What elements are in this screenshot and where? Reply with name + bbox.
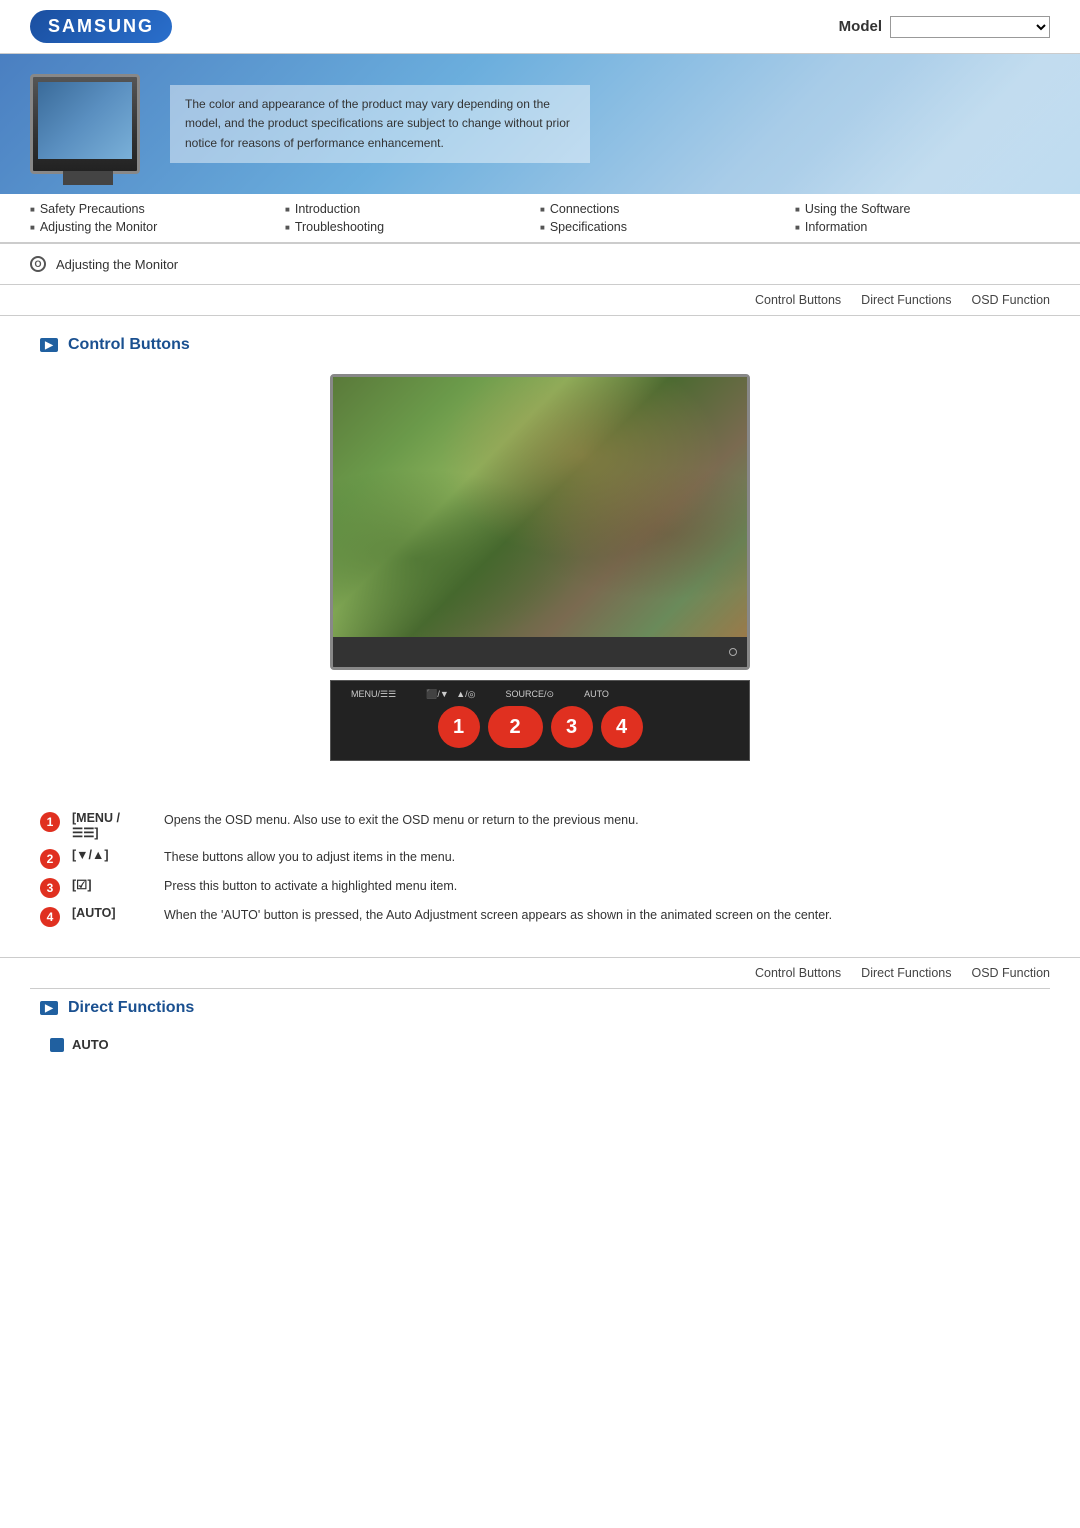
desc-key-2: [▼/▲] (72, 848, 152, 862)
desc-item-1: 1 [MENU /☰☰] Opens the OSD menu. Also us… (40, 811, 1040, 840)
section-title-control-buttons: ▶ Control Buttons (40, 336, 1040, 354)
monitor-display (330, 374, 750, 670)
model-label: Model (839, 18, 882, 35)
tab-row-top: Control Buttons Direct Functions OSD Fun… (0, 285, 1080, 316)
samsung-logo: SAMSUNG (30, 10, 172, 43)
auto-item: AUTO (50, 1037, 1040, 1052)
section-direct-functions: ▶ Direct Functions AUTO (0, 989, 1080, 1082)
btn-label-nav: ⬛/▼ ▲/◎ (426, 689, 475, 700)
section-title-text-control-buttons: Control Buttons (68, 336, 190, 354)
monitor-screen-area (333, 377, 747, 637)
nav-introduction[interactable]: Introduction (285, 202, 540, 216)
desc-key-3: [☑] (72, 877, 152, 892)
button-labels: MENU/☰☰ ⬛/▼ ▲/◎ SOURCE/⊙ AUTO (346, 689, 734, 700)
btn-label-auto: AUTO (584, 689, 609, 700)
nav-safety-precautions[interactable]: Safety Precautions (30, 202, 285, 216)
breadcrumb-icon: O (30, 256, 46, 272)
header: SAMSUNG Model (0, 0, 1080, 54)
tab-row-bottom: Control Buttons Direct Functions OSD Fun… (0, 957, 1080, 988)
nav-adjusting-monitor[interactable]: Adjusting the Monitor (30, 220, 285, 234)
button-bar: MENU/☰☰ ⬛/▼ ▲/◎ SOURCE/⊙ AUTO 1 2 3 4 (330, 680, 750, 761)
desc-item-2: 2 [▼/▲] These buttons allow you to adjus… (40, 848, 1040, 869)
desc-val-1: Opens the OSD menu. Also use to exit the… (164, 811, 639, 830)
section-icon-control-buttons: ▶ (40, 338, 58, 352)
nav-specifications[interactable]: Specifications (540, 220, 795, 234)
btn-label-menu: MENU/☰☰ (351, 689, 396, 700)
section-title-direct-functions: ▶ Direct Functions (40, 999, 1040, 1017)
tab-control-buttons[interactable]: Control Buttons (755, 293, 841, 307)
nav-connections[interactable]: Connections (540, 202, 795, 216)
btn-label-source: SOURCE/⊙ (506, 689, 555, 700)
desc-val-3: Press this button to activate a highligh… (164, 877, 457, 896)
desc-num-3: 3 (40, 878, 60, 898)
button-bar-wrap: MENU/☰☰ ⬛/▼ ▲/◎ SOURCE/⊙ AUTO 1 2 3 4 (40, 680, 1040, 761)
button-3-number: 3 (566, 716, 577, 739)
button-2-circle[interactable]: 2 (488, 706, 543, 748)
section-control-buttons: ▶ Control Buttons MENU/☰☰ ⬛/▼ ▲/◎ SOURCE… (0, 316, 1080, 801)
auto-icon (50, 1038, 64, 1052)
tab-osd-function[interactable]: OSD Function (971, 293, 1050, 307)
nav-using-software[interactable]: Using the Software (795, 202, 1050, 216)
banner-monitor-screen (38, 82, 132, 159)
tab-direct-functions[interactable]: Direct Functions (861, 293, 951, 307)
nav-troubleshooting[interactable]: Troubleshooting (285, 220, 540, 234)
breadcrumb-text: Adjusting the Monitor (56, 257, 178, 272)
monitor-bezel-bottom (333, 637, 747, 667)
desc-item-3: 3 [☑] Press this button to activate a hi… (40, 877, 1040, 898)
desc-num-1: 1 (40, 812, 60, 832)
desc-key-4: [AUTO] (72, 906, 152, 920)
nav-links: Safety Precautions Introduction Connecti… (0, 194, 1080, 244)
power-indicator-dot (729, 648, 737, 656)
section-icon-direct-functions: ▶ (40, 1001, 58, 1015)
button-1-circle[interactable]: 1 (438, 706, 480, 748)
model-select[interactable] (890, 16, 1050, 38)
tab-bottom-direct-functions[interactable]: Direct Functions (861, 966, 951, 980)
desc-val-2: These buttons allow you to adjust items … (164, 848, 455, 867)
button-4-number: 4 (616, 716, 627, 739)
breadcrumb: O Adjusting the Monitor (0, 244, 1080, 285)
tab-bottom-osd-function[interactable]: OSD Function (971, 966, 1050, 980)
button-1-number: 1 (453, 716, 464, 739)
button-3-circle[interactable]: 3 (551, 706, 593, 748)
nav-information[interactable]: Information (795, 220, 1050, 234)
tab-bottom-control-buttons[interactable]: Control Buttons (755, 966, 841, 980)
banner-text: The color and appearance of the product … (170, 85, 590, 163)
model-area: Model (839, 16, 1050, 38)
description-list: 1 [MENU /☰☰] Opens the OSD menu. Also us… (40, 811, 1040, 927)
banner-decoration (780, 54, 1080, 194)
banner-monitor-image (30, 74, 140, 174)
auto-text: AUTO (72, 1037, 109, 1052)
monitor-display-wrap (40, 374, 1040, 670)
button-4-circle[interactable]: 4 (601, 706, 643, 748)
button-2-number: 2 (509, 716, 520, 739)
banner: The color and appearance of the product … (0, 54, 1080, 194)
desc-item-4: 4 [AUTO] When the 'AUTO' button is press… (40, 906, 1040, 927)
desc-val-4: When the 'AUTO' button is pressed, the A… (164, 906, 832, 925)
desc-num-4: 4 (40, 907, 60, 927)
desc-num-2: 2 (40, 849, 60, 869)
button-circles: 1 2 3 4 (346, 706, 734, 748)
desc-key-1: [MENU /☰☰] (72, 811, 152, 840)
section-title-text-direct-functions: Direct Functions (68, 999, 194, 1017)
